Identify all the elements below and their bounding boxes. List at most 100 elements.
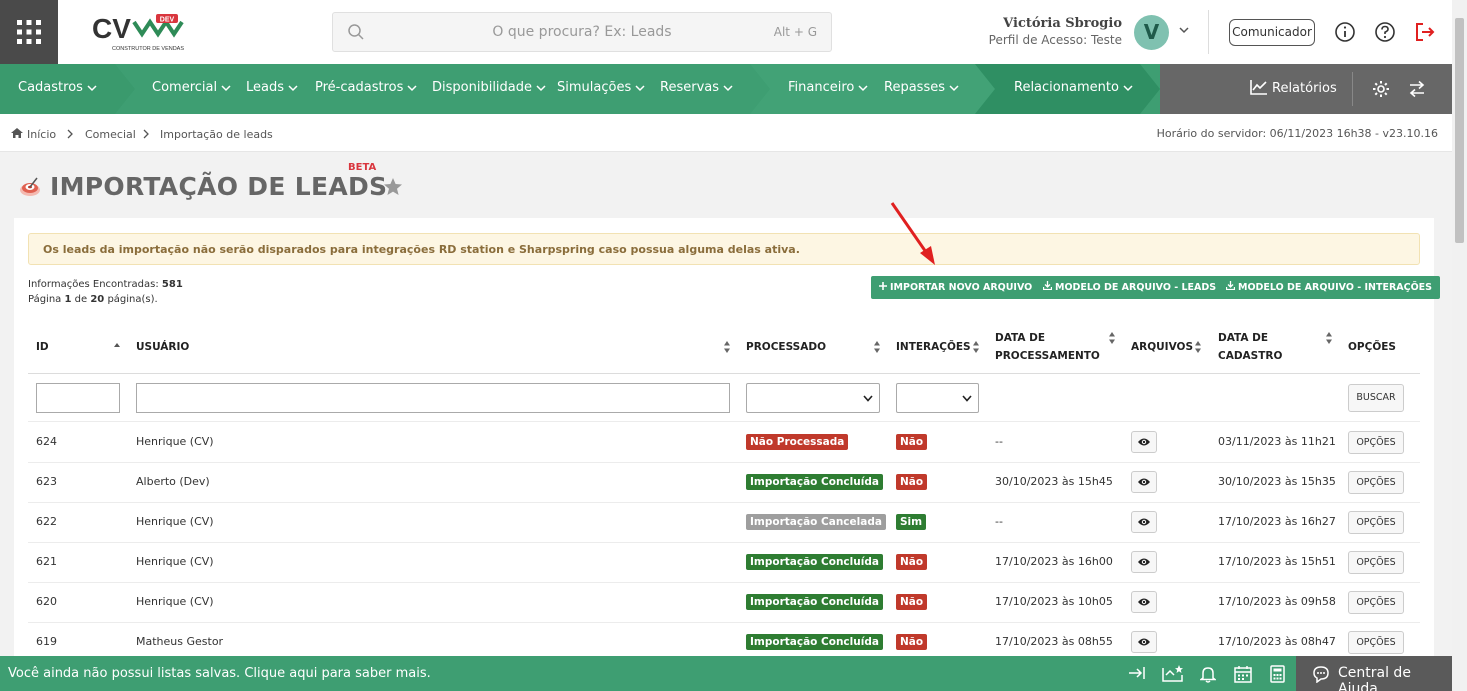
page-current: 1 — [64, 294, 72, 305]
cell-processing-date: 17/10/2023 às 10h05 — [995, 595, 1113, 608]
nav-disponibilidade[interactable]: Disponibilidade — [432, 80, 546, 95]
nav-leads[interactable]: Leads — [246, 80, 298, 95]
model-interactions-button[interactable]: MODELO DE ARQUIVO - INTERAÇÕES — [1218, 276, 1440, 299]
list-star-icon[interactable] — [1162, 665, 1184, 683]
options-button[interactable]: OPÇÕES — [1348, 551, 1404, 574]
swap-icon[interactable] — [1408, 80, 1426, 98]
plus-icon — [879, 282, 887, 290]
options-button[interactable]: OPÇÕES — [1348, 431, 1404, 454]
breadcrumb-home[interactable]: Início — [27, 128, 56, 141]
gear-icon[interactable] — [1372, 80, 1390, 98]
view-file-button[interactable] — [1131, 471, 1157, 493]
options-button[interactable]: OPÇÕES — [1348, 591, 1404, 614]
chevron-down-icon — [863, 395, 873, 402]
col-processed[interactable]: PROCESSADO — [746, 338, 826, 356]
cell-register-date: 17/10/2023 às 08h47 — [1218, 635, 1336, 648]
nav-comercial[interactable]: Comercial — [152, 80, 231, 95]
filter-id-input[interactable] — [36, 383, 120, 413]
nav-reports[interactable]: Relatórios — [1250, 79, 1337, 96]
status-badge: Importação Concluída — [746, 634, 883, 650]
sort-icon[interactable] — [1109, 332, 1115, 344]
view-file-button[interactable] — [1131, 591, 1157, 613]
user-info[interactable]: Victória Sbrogio Perfil de Acesso: Teste — [922, 16, 1122, 47]
nav-cadastros[interactable]: Cadastros — [18, 80, 97, 95]
logout-icon[interactable] — [1414, 21, 1436, 43]
avatar[interactable]: V — [1134, 15, 1169, 50]
interactions-badge: Não — [896, 434, 928, 450]
divider — [1208, 10, 1209, 54]
col-interactions[interactable]: INTERAÇÕES — [896, 338, 971, 356]
chart-icon — [1250, 80, 1267, 95]
cell-processing-date: 30/10/2023 às 15h45 — [995, 475, 1113, 488]
col-register-date[interactable]: DATA DE CADASTRO — [1218, 329, 1282, 365]
help-center-button[interactable]: Central de Ajuda — [1296, 656, 1452, 691]
star-icon[interactable] — [383, 177, 403, 196]
col-user[interactable]: USUÁRIO — [136, 338, 189, 356]
filter-user-input[interactable] — [136, 383, 730, 413]
logo[interactable]: CV DEV CONSTRUTOR DE VENDAS — [90, 12, 185, 54]
view-file-button[interactable] — [1131, 511, 1157, 533]
nav-repasses[interactable]: Repasses — [884, 80, 959, 95]
cell-processing-date: -- — [995, 435, 1003, 448]
sort-icon[interactable] — [724, 341, 730, 353]
saved-lists-message[interactable]: Você ainda não possui listas salvas. Cli… — [8, 666, 431, 681]
status-badge: Importação Concluída — [746, 474, 883, 490]
annotation-arrow — [890, 202, 935, 265]
cell-user: Henrique (CV) — [136, 435, 214, 448]
apps-grid-icon[interactable] — [0, 0, 58, 64]
nav-simulacoes[interactable]: Simulações — [557, 80, 645, 95]
cell-id: 621 — [36, 555, 57, 568]
nav-financeiro[interactable]: Financeiro — [788, 80, 868, 95]
calculator-icon[interactable] — [1270, 665, 1285, 683]
status-badge: Importação Cancelada — [746, 514, 886, 530]
cell-id: 623 — [36, 475, 57, 488]
nav-relacionamento[interactable]: Relacionamento — [1014, 80, 1133, 95]
nav-pre-cadastros[interactable]: Pré-cadastros — [315, 80, 417, 95]
scrollbar-thumb[interactable] — [1455, 18, 1464, 243]
calendar-icon[interactable] — [1234, 665, 1252, 683]
view-file-button[interactable] — [1131, 431, 1157, 453]
breadcrumb-comercial[interactable]: Comecial — [85, 128, 136, 141]
search-button[interactable]: BUSCAR — [1348, 384, 1404, 412]
row-divider — [28, 462, 1420, 463]
filter-processed-select[interactable] — [746, 383, 880, 413]
col-processing-date[interactable]: DATA DE PROCESSAMENTO — [995, 329, 1100, 365]
options-button[interactable]: OPÇÕES — [1348, 631, 1404, 654]
view-file-button[interactable] — [1131, 551, 1157, 573]
logo-text: CV — [92, 13, 131, 44]
chevron-down-icon — [87, 84, 97, 91]
row-divider — [28, 421, 1420, 422]
cell-user: Matheus Gestor — [136, 635, 224, 648]
nav-reservas[interactable]: Reservas — [660, 80, 733, 95]
model-leads-button[interactable]: MODELO DE ARQUIVO - LEADS — [1035, 276, 1225, 299]
sort-icon[interactable] — [973, 341, 979, 353]
sort-icon[interactable] — [1326, 332, 1332, 344]
bell-icon[interactable] — [1200, 665, 1216, 683]
search-bar[interactable]: O que procura? Ex: Leads Alt + G — [332, 12, 832, 52]
col-files[interactable]: ARQUIVOS — [1131, 338, 1193, 356]
chevron-right-icon — [143, 129, 149, 139]
chevron-down-icon — [723, 84, 733, 91]
options-button[interactable]: OPÇÕES — [1348, 511, 1404, 534]
sort-icon[interactable] — [1195, 341, 1201, 353]
home-icon[interactable] — [10, 127, 24, 139]
beta-badge: BETA — [348, 162, 377, 173]
options-button[interactable]: OPÇÕES — [1348, 471, 1404, 494]
sort-asc-icon[interactable] — [114, 342, 120, 348]
sort-icon[interactable] — [874, 341, 880, 353]
view-file-button[interactable] — [1131, 631, 1157, 653]
breadcrumb-current: Importação de leads — [160, 128, 273, 141]
info-icon[interactable] — [1334, 21, 1356, 43]
chevron-down-icon — [949, 84, 959, 91]
chevron-right-icon — [67, 129, 73, 139]
help-icon[interactable] — [1374, 21, 1396, 43]
col-id[interactable]: ID — [36, 338, 49, 356]
filter-interactions-select[interactable] — [896, 383, 979, 413]
results-info: Informações Encontradas: 581 Página 1 de… — [28, 279, 183, 305]
communicator-button[interactable]: Comunicador — [1229, 19, 1315, 46]
import-new-file-button[interactable]: IMPORTAR NOVO ARQUIVO — [871, 276, 1041, 299]
collapse-icon[interactable] — [1128, 665, 1146, 681]
chevron-down-icon[interactable] — [1178, 24, 1190, 36]
chat-icon — [1313, 666, 1329, 683]
chevron-down-icon — [407, 84, 417, 91]
